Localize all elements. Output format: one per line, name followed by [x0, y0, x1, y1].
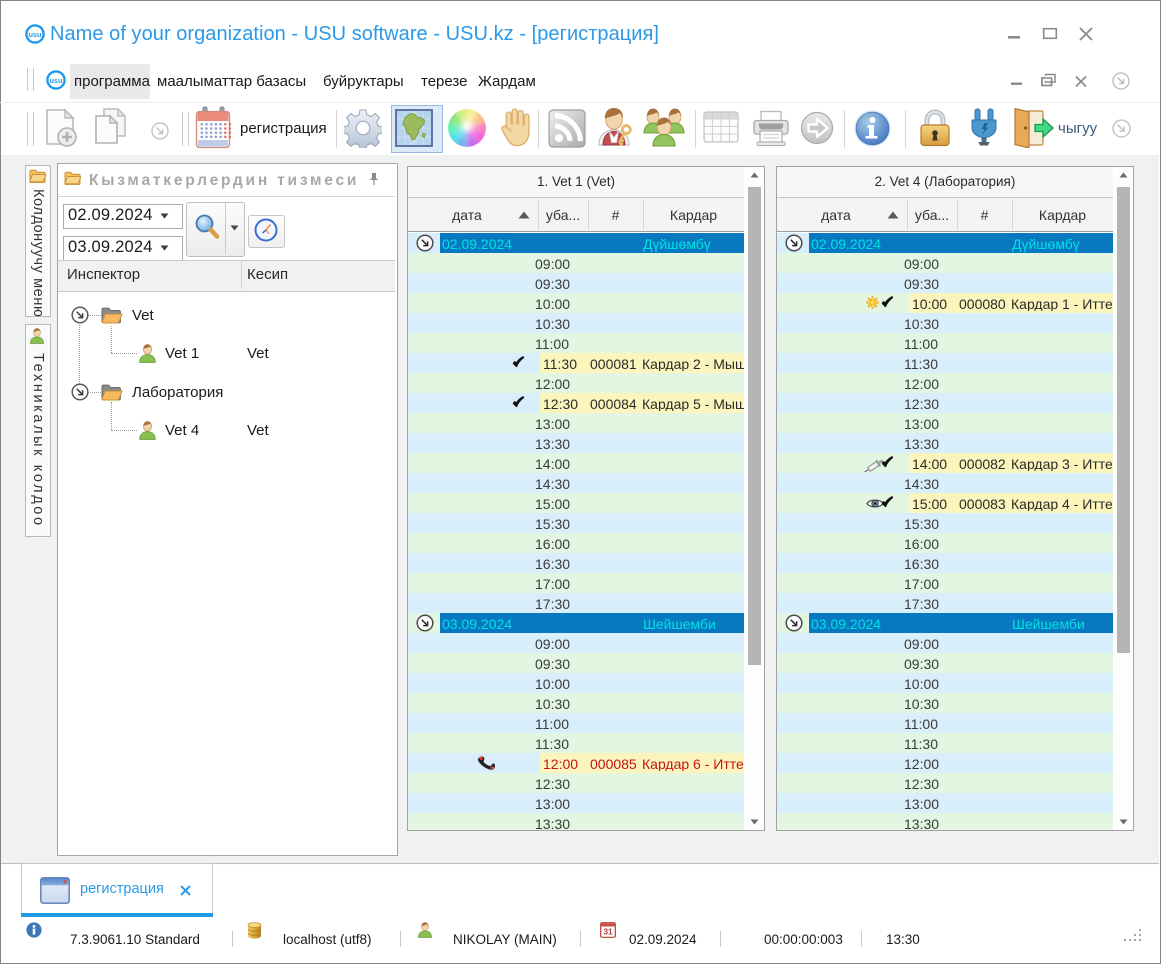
svg-text:usu: usu — [50, 76, 63, 85]
svg-text:usu: usu — [29, 30, 42, 39]
svg-text:31: 31 — [603, 927, 613, 937]
